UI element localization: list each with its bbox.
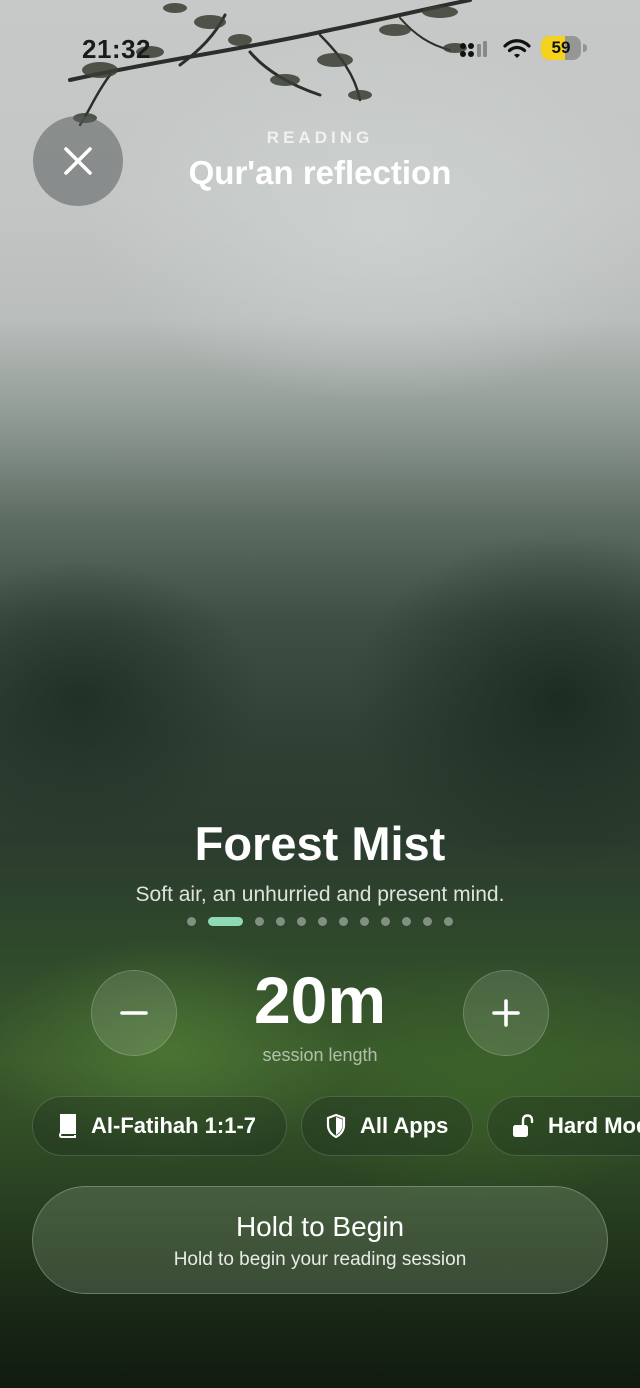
page-dot[interactable] xyxy=(360,916,369,926)
wifi-icon xyxy=(503,39,531,58)
page-dot[interactable] xyxy=(423,916,432,926)
reading-selection-chip[interactable]: Al-Fatihah 1:1-7 xyxy=(32,1096,287,1156)
page-dot-active[interactable] xyxy=(208,916,243,926)
increase-duration-button[interactable] xyxy=(463,970,549,1056)
status-bar: 21:32 59 xyxy=(0,0,640,96)
battery-icon: 59 xyxy=(541,36,587,60)
page-dot[interactable] xyxy=(297,916,306,926)
plus-icon xyxy=(492,999,520,1027)
blocked-apps-chip[interactable]: All Apps xyxy=(301,1096,473,1156)
page-dot[interactable] xyxy=(318,916,327,926)
page-dot[interactable] xyxy=(187,916,196,926)
page-dot[interactable] xyxy=(276,916,285,926)
session-options-row: Al-Fatihah 1:1-7 All Apps Hard Mode xyxy=(0,1096,640,1158)
reading-selection-label: Al-Fatihah 1:1-7 xyxy=(91,1113,257,1138)
scene-description: Soft air, an unhurried and present mind. xyxy=(135,883,505,906)
forest-mist-background xyxy=(0,0,640,1388)
hold-to-begin-title: Hold to Begin xyxy=(235,1211,405,1242)
unlock-icon xyxy=(513,1114,534,1137)
signal-icon xyxy=(460,41,487,57)
mode-label: Hard Mode xyxy=(548,1113,640,1138)
mode-chip[interactable]: Hard Mode xyxy=(487,1096,640,1156)
book-icon xyxy=(58,1114,76,1138)
hold-to-begin-subtitle: Hold to begin your reading session xyxy=(173,1249,467,1270)
page-dot[interactable] xyxy=(381,916,390,926)
page-dot[interactable] xyxy=(255,916,264,926)
activity-category-label: READING xyxy=(266,128,374,147)
battery-level: 59 xyxy=(551,38,571,57)
scene-name: Forest Mist xyxy=(194,817,446,870)
status-time: 21:32 xyxy=(82,34,151,64)
page-dot[interactable] xyxy=(402,916,411,926)
shield-icon xyxy=(326,1114,346,1138)
activity-title: Qur'an reflection xyxy=(188,154,452,191)
hold-to-begin-button[interactable]: Hold to Begin Hold to begin your reading… xyxy=(32,1186,608,1294)
blocked-apps-label: All Apps xyxy=(360,1113,449,1138)
scene-page-indicator[interactable] xyxy=(0,914,640,928)
session-duration-label: session length xyxy=(262,1045,378,1065)
page-dot[interactable] xyxy=(339,916,348,926)
page-dot[interactable] xyxy=(444,916,453,926)
